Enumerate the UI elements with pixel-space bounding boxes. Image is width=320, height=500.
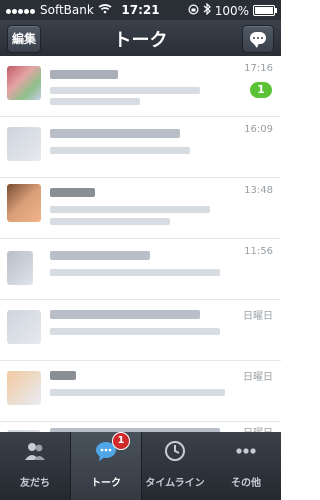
chat-name: [50, 310, 200, 319]
avatar: [7, 310, 41, 344]
chat-time: 17:16: [244, 63, 273, 74]
chat-name: [50, 371, 76, 380]
page-title: トーク: [113, 30, 168, 51]
chat-name: [50, 70, 118, 79]
tab-friends-label: 友だち: [20, 478, 50, 489]
chat-preview: [50, 98, 140, 105]
tab-talk[interactable]: 1 トーク: [70, 432, 142, 500]
chat-row[interactable]: 11:56: [0, 239, 281, 300]
chat-bubble-icon: [250, 32, 266, 48]
nav-bar: 編集 トーク: [0, 20, 281, 56]
compose-button[interactable]: [242, 25, 274, 53]
avatar: [7, 184, 41, 222]
chat-preview: [50, 328, 220, 335]
talk-badge: 1: [112, 432, 130, 450]
chat-time: 日曜日: [243, 372, 273, 383]
chat-time: 16:09: [244, 124, 273, 135]
chat-time: 日曜日: [243, 311, 273, 322]
status-bar: SoftBank 17:21 100%: [0, 0, 281, 20]
chat-row[interactable]: 日曜日: [0, 300, 281, 361]
tab-other[interactable]: その他: [211, 432, 281, 500]
chat-row[interactable]: 17:16 1: [0, 56, 281, 117]
tab-talk-label: トーク: [91, 478, 121, 489]
chat-time: 13:48: [244, 185, 273, 196]
chat-time: 11:56: [244, 246, 273, 257]
friends-icon: [24, 440, 46, 462]
chat-row[interactable]: 16:09: [0, 117, 281, 178]
avatar: [7, 66, 41, 100]
chat-preview: [50, 218, 170, 225]
chat-name: [50, 251, 150, 260]
rotation-lock-icon: [188, 3, 199, 18]
chat-preview: [50, 87, 200, 94]
avatar: [7, 371, 41, 405]
battery-percent: 100%: [214, 3, 249, 18]
chat-preview: [50, 206, 210, 213]
chat-preview: [50, 269, 220, 276]
tab-timeline[interactable]: タイムライン: [140, 432, 210, 500]
chat-preview: [50, 389, 225, 396]
chat-preview: [50, 147, 190, 154]
avatar: [7, 127, 41, 161]
battery-icon: [253, 5, 277, 16]
avatar: [7, 251, 33, 285]
more-icon: [235, 440, 257, 462]
chat-name: [50, 188, 95, 197]
tab-bar: 友だち 1 トーク タイムライン その他: [0, 432, 281, 500]
bluetooth-icon: [203, 2, 211, 18]
clock-icon: [164, 440, 186, 462]
tab-friends[interactable]: 友だち: [0, 432, 70, 500]
chat-row[interactable]: 日曜日: [0, 361, 281, 422]
chat-name: [50, 129, 180, 138]
chat-row[interactable]: 13:48: [0, 178, 281, 239]
chat-list[interactable]: 17:16 1 16:09 13:48 11:56 日曜日 日曜日 日曜日: [0, 56, 281, 434]
unread-badge: 1: [250, 82, 272, 98]
tab-other-label: その他: [231, 478, 261, 489]
tab-timeline-label: タイムライン: [145, 478, 205, 489]
